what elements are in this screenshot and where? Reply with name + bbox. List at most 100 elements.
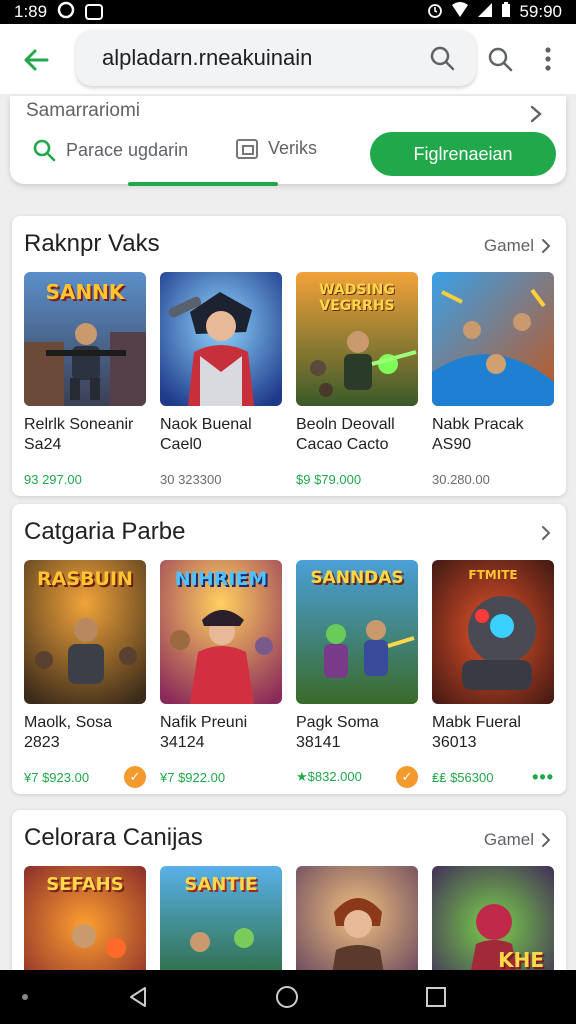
game-subtitle: Cael0 — [160, 436, 202, 453]
check-badge-icon: ✓ — [396, 766, 418, 788]
check-badge-icon: ✓ — [124, 766, 146, 788]
game-price: $9 $79.000 — [296, 471, 362, 487]
game-subtitle: 36013 — [432, 734, 477, 751]
filter-card: Samarrariomi Parace ugdarin Veriks Figlr… — [10, 96, 566, 186]
game-price: 30 323300 — [160, 471, 222, 487]
tab-indicator — [128, 182, 278, 186]
game-title: Beoln Deovall — [296, 416, 395, 433]
battery-icon — [501, 1, 511, 23]
card-footer: ₤₤ $56300 ••• — [432, 766, 554, 788]
search-icon — [488, 47, 513, 72]
section-more-label: Gamel — [483, 236, 534, 255]
game-art: FTMITE — [432, 560, 554, 704]
game-title: Naok Buenal — [160, 416, 252, 433]
frame-icon — [236, 138, 258, 159]
game-title: Nabk Pracak — [432, 416, 524, 433]
alarm-icon — [427, 2, 443, 23]
game-art: SANNDAS — [296, 560, 418, 704]
system-nav-bar — [0, 970, 576, 1024]
game-art: RASBUIN — [24, 560, 146, 704]
section-more-link[interactable] — [534, 524, 552, 542]
game-art — [432, 272, 554, 406]
chevron-right-icon — [530, 105, 542, 123]
chevron-right-icon — [542, 239, 551, 253]
game-art: NIHRIEM — [160, 560, 282, 704]
game-card[interactable]: SANNDAS Pagk Soma 38141 ★$832.000 ✓ — [296, 560, 418, 788]
game-title: Relrlk Soneanir — [24, 416, 134, 433]
game-art-title: FTMITE — [468, 568, 518, 582]
card-row: SANNK Relrlk Soneanir Sa24 93 297.00 Nao… — [24, 272, 554, 490]
nav-home-button[interactable] — [276, 986, 298, 1008]
game-subtitle: Cacao Cacto — [296, 436, 389, 453]
game-card[interactable]: Nabk Pracak AS90 30.280.00 — [432, 272, 554, 490]
game-card[interactable]: SANTIE — [160, 866, 282, 980]
search-query[interactable]: alpladarn.rneakuinain — [102, 45, 426, 71]
game-card[interactable]: WADSING VEGRRHS Beoln Deovall Cacao Cact… — [296, 272, 418, 490]
section-more-link[interactable]: Gamel — [484, 830, 552, 850]
filter-expand-button[interactable] — [520, 98, 552, 130]
magnifier-icon — [430, 46, 455, 71]
chevron-right-icon — [542, 526, 551, 540]
filter-chip-search[interactable]: Parace ugdarin — [32, 138, 188, 162]
game-card[interactable]: KHE — [432, 866, 554, 980]
game-title: Mabk Fueral — [432, 714, 521, 731]
game-art: SANNK — [24, 272, 146, 406]
section-1: Raknpr Vaks Gamel SANNK Relrlk Soneanir … — [12, 216, 566, 496]
status-bar: 1:89 59:90 — [0, 0, 576, 24]
game-art-title: NIHRIEM — [174, 568, 268, 590]
game-art-title: KHE — [498, 948, 544, 972]
game-art-title: SANTIE — [184, 874, 258, 895]
nav-recents-button[interactable] — [426, 987, 446, 1007]
game-subtitle: Sa24 — [24, 436, 62, 453]
primary-action-button[interactable]: Figlrenaeian — [370, 132, 556, 176]
triangle-back-icon — [130, 987, 146, 1007]
section-more-link[interactable]: Gamel — [484, 236, 552, 256]
card-footer: ¥7 $923.00 ✓ — [24, 766, 146, 788]
game-card[interactable]: RASBUIN Maolk, Sosa 2823 ¥7 $923.00 ✓ — [24, 560, 146, 788]
game-card[interactable]: Naok Buenal Cael0 30 323300 — [160, 272, 282, 490]
game-card[interactable]: NIHRIEM Nafik Preuni 34124 ¥7 $922.00 — [160, 560, 282, 788]
status-time-right: 59:90 — [519, 2, 562, 21]
game-card[interactable]: SANNK Relrlk Soneanir Sa24 93 297.00 — [24, 272, 146, 490]
vertical-dots-icon — [545, 47, 551, 71]
game-art: KHE — [432, 866, 554, 980]
game-art-title: SANNDAS — [310, 568, 404, 588]
game-subtitle: 38141 — [296, 734, 341, 751]
game-title: Nafik Preuni — [160, 714, 248, 731]
back-button[interactable] — [20, 44, 52, 76]
arrow-left-icon — [24, 49, 49, 71]
search-field[interactable]: alpladarn.rneakuinain — [76, 30, 476, 86]
game-title: Maolk, Sosa — [24, 714, 113, 731]
appbar-search-button[interactable] — [484, 43, 516, 75]
more-options-button[interactable] — [532, 43, 564, 75]
game-card[interactable]: FTMITE Mabk Fueral 36013 ₤₤ $56300 ••• — [432, 560, 554, 788]
status-time-left: 1:89 — [14, 2, 48, 21]
section-3: Celorara Canijas Gamel SEFAHS SANTIE KHE — [12, 810, 566, 980]
app-bar: alpladarn.rneakuinain — [0, 24, 576, 94]
nav-back-button[interactable] — [126, 985, 150, 1014]
wifi-icon — [451, 1, 469, 23]
notification-icon — [57, 1, 75, 24]
game-price: ₤₤ $56300 — [432, 769, 494, 785]
game-price: 93 297.00 — [24, 471, 82, 487]
section-title: Raknpr Vaks — [24, 230, 160, 257]
app-notification-icon — [85, 4, 104, 20]
game-price: ¥7 $922.00 — [160, 769, 226, 785]
game-price: 30.280.00 — [432, 471, 490, 487]
card-row: SEFAHS SANTIE KHE — [24, 866, 554, 980]
game-art — [296, 866, 418, 980]
game-subtitle: AS90 — [432, 436, 472, 453]
section-title: Celorara Canijas — [24, 824, 203, 851]
search-field-button[interactable] — [426, 42, 458, 74]
section-more-label: Gamel — [483, 830, 534, 849]
game-subtitle: 2823 — [24, 734, 60, 751]
game-art — [160, 272, 282, 406]
game-card[interactable]: SEFAHS — [24, 866, 146, 980]
filter-title: Samarrariomi — [26, 100, 141, 121]
card-row: RASBUIN Maolk, Sosa 2823 ¥7 $923.00 ✓ NI… — [24, 560, 554, 788]
more-dots-icon[interactable]: ••• — [532, 767, 554, 788]
game-card[interactable] — [296, 866, 418, 980]
game-art-title: SEFAHS — [46, 874, 124, 895]
signal-icon — [477, 2, 493, 23]
filter-chip-verify[interactable]: Veriks — [236, 138, 317, 159]
